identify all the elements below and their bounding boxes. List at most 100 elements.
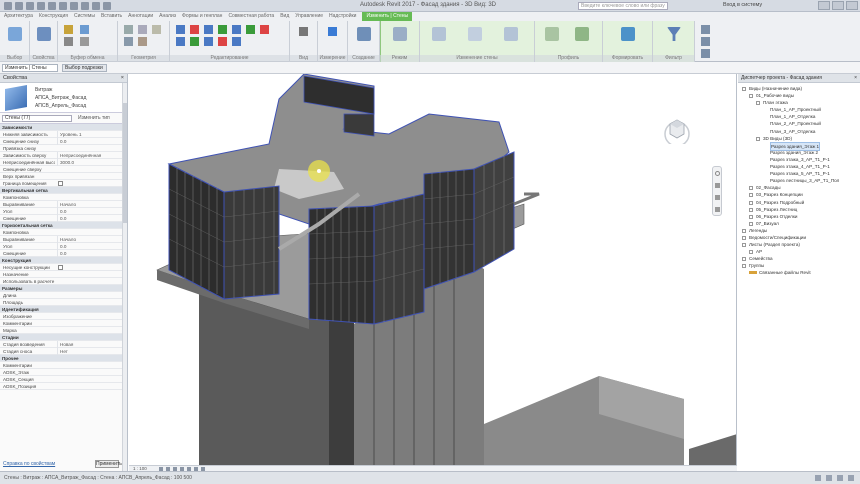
3d-view-icon[interactable] — [92, 2, 100, 10]
tree-node[interactable]: Ведомости/Спецификации — [738, 234, 860, 241]
rotate-icon[interactable] — [218, 25, 227, 34]
close-icon[interactable]: × — [121, 74, 124, 83]
ribbon-tab[interactable]: Надстройки — [329, 12, 356, 21]
filter-icon[interactable] — [667, 27, 681, 41]
pin-icon[interactable] — [218, 37, 227, 46]
select-pinned-icon[interactable] — [701, 49, 710, 58]
properties-help-link[interactable]: Справка по свойствам — [3, 461, 55, 467]
edit-profile-button[interactable] — [432, 27, 446, 41]
property-value[interactable]: 0.0 — [57, 208, 117, 215]
tree-node[interactable]: Разрез здания_Этаж 1 — [738, 141, 860, 151]
pan-icon[interactable] — [715, 183, 720, 188]
tree-node[interactable]: План_1_АР_Проектный — [738, 106, 860, 113]
wall-opening-icon[interactable] — [545, 27, 559, 41]
type-selector[interactable]: Витраж АПСА_Витраж_Фасад АПСВ_Апрель_Фас… — [0, 83, 127, 113]
property-value[interactable]: Неприсоединённая — [57, 152, 117, 159]
tree-node[interactable]: Легенды — [738, 227, 860, 234]
hide-in-view-icon[interactable] — [299, 27, 308, 36]
detach-top-base-icon[interactable] — [504, 27, 518, 41]
select-links-toggle-icon[interactable] — [837, 475, 843, 481]
section-icon[interactable] — [103, 2, 111, 10]
curtain-wall-right[interactable] — [423, 151, 515, 290]
select-underlay-icon[interactable] — [701, 37, 710, 46]
expand-icon[interactable] — [742, 243, 746, 248]
tree-node[interactable]: АР — [738, 248, 860, 255]
tree-node[interactable]: 07_Визуал — [738, 220, 860, 227]
redo-icon[interactable] — [48, 2, 56, 10]
measure-icon[interactable] — [70, 2, 78, 10]
minimize-button[interactable] — [818, 1, 830, 10]
edit-type-button[interactable]: Изменить тип — [78, 115, 110, 121]
worksets-icon[interactable] — [815, 475, 821, 481]
delete-icon[interactable] — [260, 25, 269, 34]
tree-node[interactable]: Группы — [738, 262, 860, 269]
measure-tool-icon[interactable] — [328, 27, 337, 36]
select-links-icon[interactable] — [701, 25, 710, 34]
expand-icon[interactable] — [749, 186, 753, 191]
join-icon[interactable] — [152, 25, 161, 34]
move-icon[interactable] — [190, 25, 199, 34]
align-icon[interactable] — [176, 25, 185, 34]
tree-node[interactable]: План_2_АР_Проектный — [738, 120, 860, 127]
trim-icon[interactable] — [190, 37, 199, 46]
type-properties-icon[interactable] — [37, 27, 51, 41]
expand-icon[interactable] — [742, 264, 746, 269]
property-group-header[interactable]: Идентификация — [0, 306, 127, 313]
3d-viewport[interactable] — [129, 74, 737, 465]
create-similar-icon[interactable] — [357, 27, 371, 41]
collapse-icon[interactable] — [756, 101, 760, 106]
scale-icon[interactable] — [232, 37, 241, 46]
expand-icon[interactable] — [749, 207, 753, 212]
property-value[interactable]: 0.0 — [57, 138, 117, 145]
property-value[interactable]: 0.0 — [57, 243, 117, 250]
building-model[interactable] — [129, 74, 737, 465]
expand-icon[interactable] — [742, 257, 746, 262]
ribbon-tab[interactable]: Изменить | Стены — [362, 12, 413, 21]
offset-icon[interactable] — [176, 37, 185, 46]
tree-node[interactable]: Виды (Назначение вида) — [738, 85, 860, 92]
property-checkbox[interactable] — [58, 265, 63, 270]
ribbon-tab[interactable]: Архитектура — [4, 12, 33, 21]
collapse-icon[interactable] — [742, 87, 746, 91]
ribbon-tab[interactable]: Системы — [74, 12, 95, 21]
navigation-bar[interactable] — [712, 166, 722, 216]
apply-button[interactable]: Применить — [95, 460, 122, 468]
match-type-icon[interactable] — [80, 37, 89, 46]
orbit-icon[interactable] — [715, 207, 720, 212]
text-icon[interactable] — [81, 2, 89, 10]
tree-node[interactable]: 3D Виды (3D) — [738, 135, 860, 142]
close-icon[interactable]: × — [854, 74, 857, 83]
ribbon-tab[interactable]: Совместная работа — [228, 12, 274, 21]
cut-geometry-icon[interactable] — [138, 25, 147, 34]
sign-in-link[interactable]: Вход в систему — [723, 2, 762, 8]
property-value[interactable]: Начало — [57, 236, 117, 243]
tree-node[interactable]: Разрез здания_Этаж 2 — [738, 149, 860, 156]
collapse-icon[interactable] — [756, 136, 760, 141]
property-group-header[interactable]: Конструкция — [0, 257, 127, 264]
tree-node[interactable]: Разрез лестницы_3_АР_Т1_Пол — [738, 177, 860, 184]
design-options-icon[interactable] — [826, 475, 832, 481]
undo-icon[interactable] — [37, 2, 45, 10]
tree-node[interactable]: Разрез этажа_4_АР_Т1_Р-1 — [738, 163, 860, 170]
tree-node[interactable]: 05_Разрез Лестниц — [738, 206, 860, 213]
close-button[interactable] — [846, 1, 858, 10]
tree-node[interactable]: 02_Фасады — [738, 184, 860, 191]
tree-node[interactable]: План_3_АР_Отделка — [738, 128, 860, 135]
expand-icon[interactable] — [749, 250, 753, 255]
tree-node[interactable]: 06_Разрез Отделки — [738, 213, 860, 220]
property-group-header[interactable]: Прочее — [0, 355, 127, 362]
tree-node[interactable]: 03_Разрез Концепции — [738, 191, 860, 198]
ribbon-tab[interactable]: Конструкция — [39, 12, 68, 21]
copy-element-icon[interactable] — [204, 25, 213, 34]
expand-icon[interactable] — [749, 221, 753, 226]
property-value[interactable]: 0.0 — [57, 250, 117, 257]
property-value[interactable]: Нет — [57, 348, 117, 355]
property-group-header[interactable]: Вертикальная сетка — [0, 187, 127, 194]
ribbon-tab[interactable]: Аннотации — [128, 12, 153, 21]
properties-scrollbar[interactable] — [122, 83, 127, 471]
tree-node[interactable]: Листы (Раздел проекта) — [738, 241, 860, 248]
split-icon[interactable] — [204, 37, 213, 46]
property-group-header[interactable]: Горизонтальная сетка — [0, 222, 127, 229]
ribbon-tab[interactable]: Формы и генплан — [182, 12, 222, 21]
zoom-icon[interactable] — [715, 195, 720, 200]
